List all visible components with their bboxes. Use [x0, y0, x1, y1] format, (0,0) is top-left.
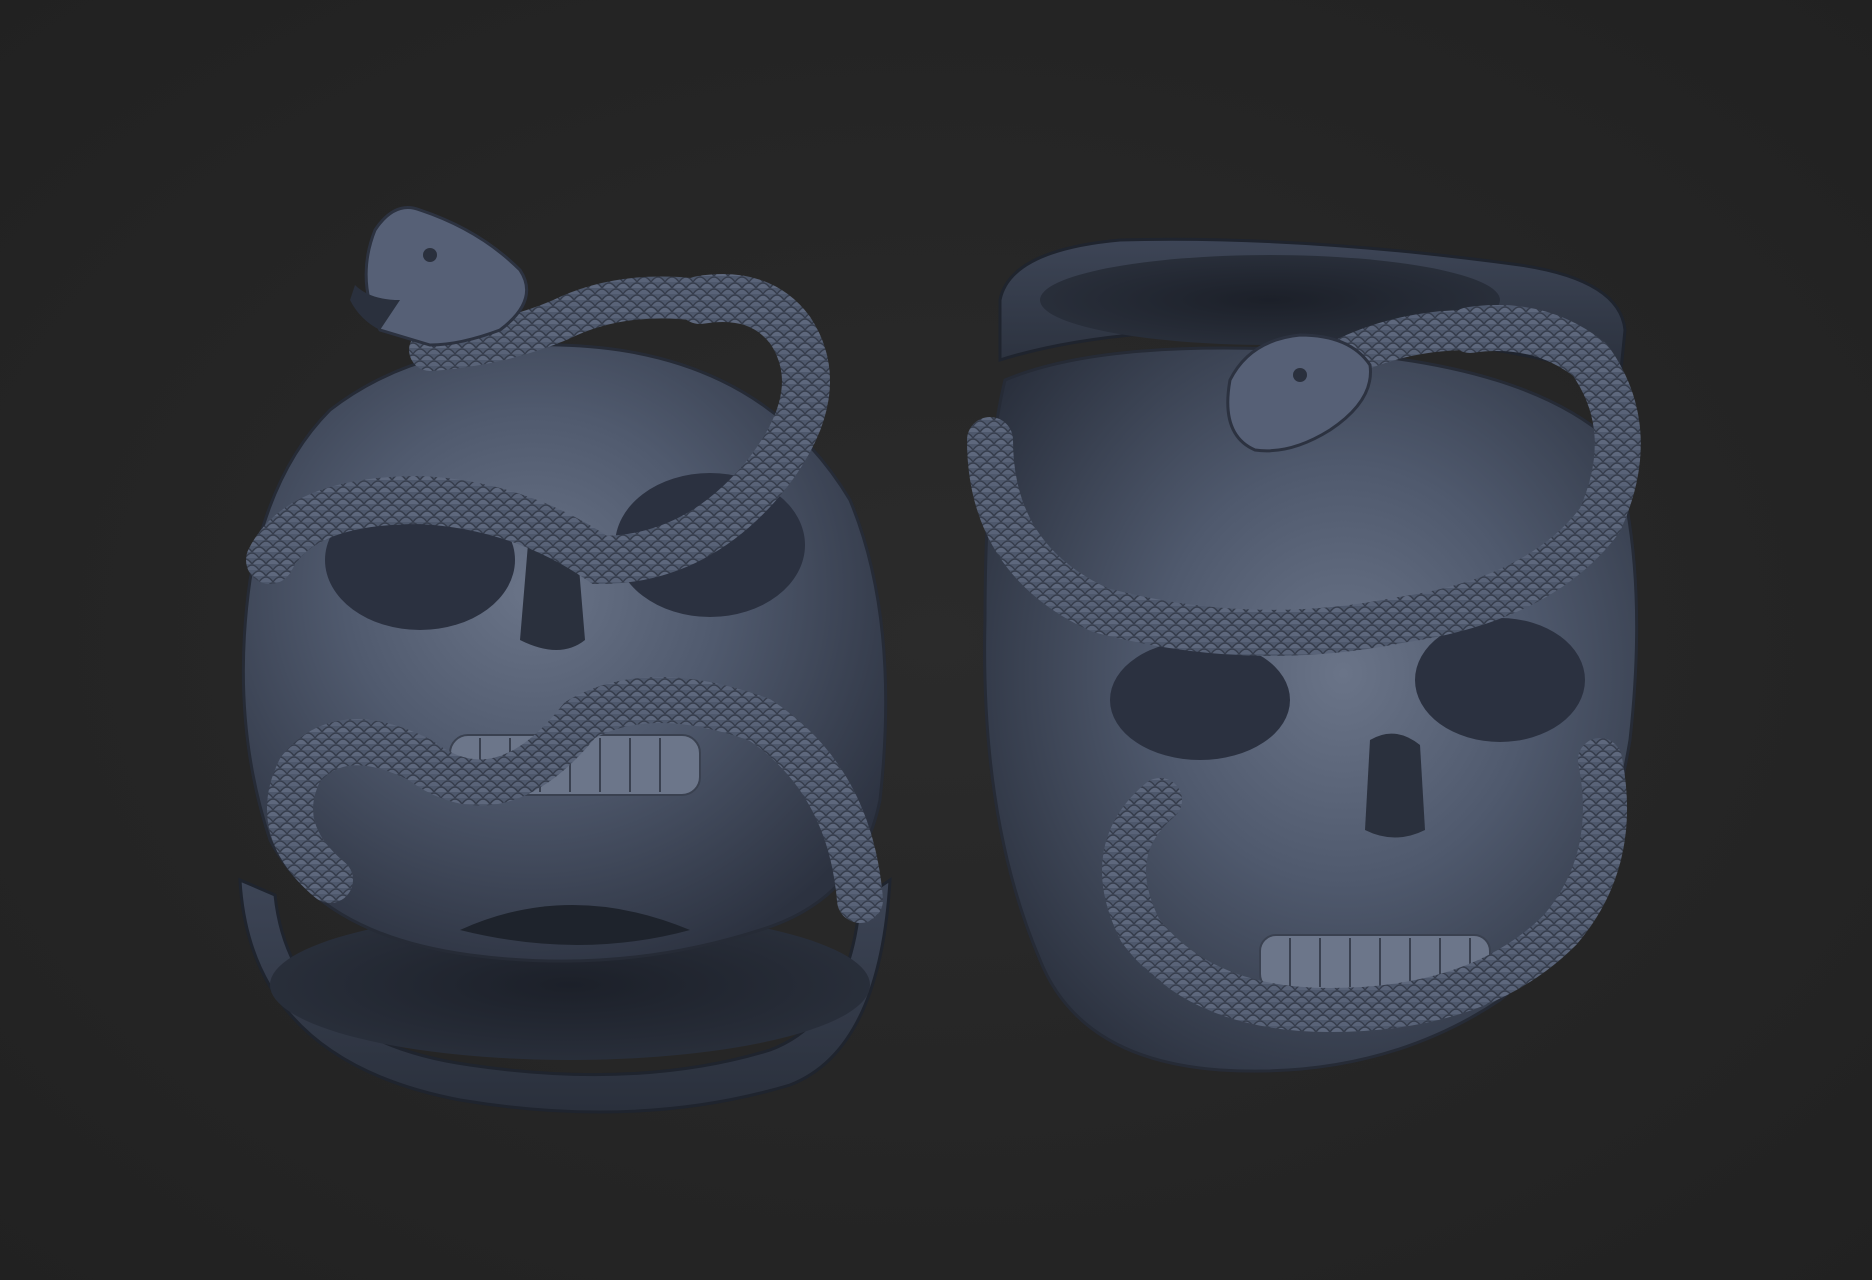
snake-head [364, 206, 529, 347]
render-viewport [0, 0, 1872, 1280]
nasal-cavity [1365, 733, 1425, 838]
snake-eye [423, 248, 437, 262]
eye-socket-right [1415, 618, 1585, 742]
eye-socket-left [1110, 640, 1290, 760]
skull-snake-ring-angled-view [967, 237, 1641, 1073]
skull-snake-ring-front-view [238, 206, 892, 1114]
render-scene [238, 206, 1641, 1114]
snake-eye [1293, 368, 1307, 382]
